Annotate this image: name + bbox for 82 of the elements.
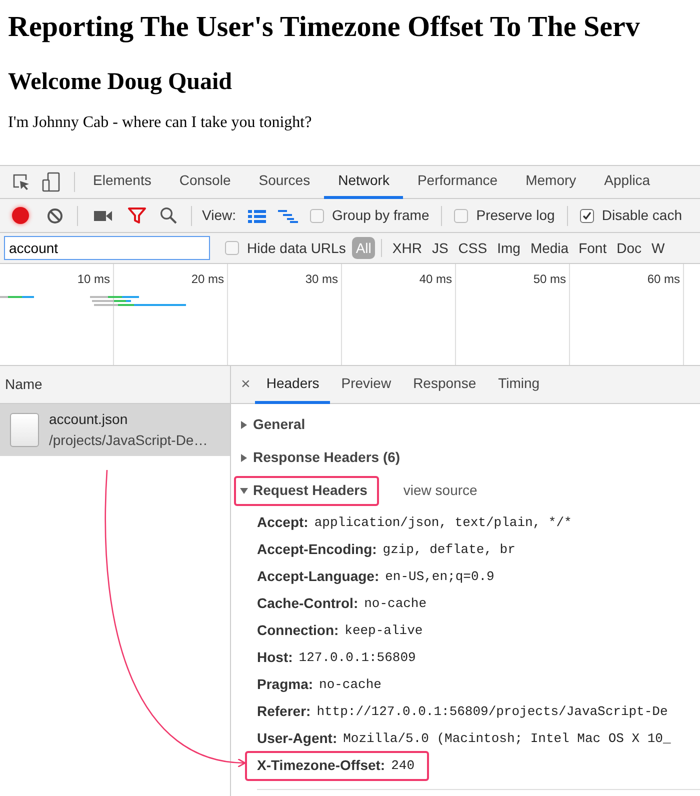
checkbox[interactable] <box>580 208 594 222</box>
header-value: http://127.0.0.1:56809/projects/JavaScript-De <box>316 702 668 721</box>
list-rows-icon[interactable] <box>248 208 266 222</box>
expanded-triangle-icon[interactable] <box>240 486 248 494</box>
device-toggle-icon[interactable] <box>42 172 60 192</box>
inspect-element-icon[interactable] <box>12 173 30 191</box>
checkbox[interactable] <box>310 208 324 222</box>
welcome-heading: Welcome Doug Quaid <box>8 68 234 97</box>
page-title: Reporting The User's Timezone Offset To The Serv <box>8 10 641 45</box>
header-name: Pragma: <box>257 675 314 694</box>
section-header[interactable]: Response Headers (6) <box>234 442 412 472</box>
header-name: X-Timezone-Offset: <box>257 756 386 775</box>
search-icon[interactable] <box>160 207 177 224</box>
header-value: gzip, deflate, br <box>382 540 516 559</box>
close-button[interactable]: × <box>241 376 250 392</box>
view-source-link[interactable]: view source <box>403 480 478 501</box>
header-value: en-US,en;q=0.9 <box>385 568 494 586</box>
type-filter[interactable]: XHR <box>388 237 426 259</box>
checkbox-label[interactable]: Hide data URLs <box>247 238 346 258</box>
section-title: General <box>253 415 306 434</box>
type-filter[interactable]: Media <box>526 237 573 259</box>
collapsed-triangle-icon[interactable] <box>240 454 248 462</box>
header-value: 240 <box>391 756 414 775</box>
section-header[interactable]: General <box>234 410 318 440</box>
header-name: Accept: <box>257 513 308 532</box>
section-title: Request Headers <box>253 481 368 500</box>
timeline-tick-label: 10 ms <box>77 271 110 288</box>
devtools-tab[interactable]: Applica <box>590 166 664 198</box>
header-value: 127.0.0.1:56809 <box>298 648 416 667</box>
type-filter[interactable]: Font <box>574 237 611 259</box>
type-filter[interactable]: W <box>648 237 669 259</box>
file-icon <box>10 413 39 447</box>
header-name: Accept-Encoding: <box>257 540 377 559</box>
filter-input[interactable]: account <box>4 236 210 260</box>
checkbox-label[interactable]: Group by frame <box>332 205 430 226</box>
type-filter[interactable]: Doc <box>612 237 646 259</box>
timeline-tick-label: 20 ms <box>191 271 224 288</box>
type-filter[interactable]: CSS <box>454 237 492 259</box>
checkbox-label[interactable]: Disable cach <box>602 205 682 226</box>
timeline-tick-label: 40 ms <box>419 271 452 288</box>
checkbox-label[interactable]: Preserve log <box>476 205 555 226</box>
header-value: Mozilla/5.0 (Macintosh; Intel Mac OS X 10_ <box>343 730 671 748</box>
intro-text: I'm Johnny Cab - where can I take you tonight? <box>8 113 313 133</box>
header-value: keep-alive <box>344 622 423 640</box>
header-value: no-cache <box>319 676 382 694</box>
detail-tab[interactable]: Preview <box>330 366 402 404</box>
detail-tab[interactable]: Headers <box>255 366 330 404</box>
view-label: View: <box>202 206 236 225</box>
devtools-tab[interactable]: Performance <box>403 166 512 198</box>
timeline-tick-label: 50 ms <box>533 271 566 288</box>
devtools-tab[interactable]: Console <box>165 166 245 198</box>
devtools-tab[interactable]: Memory <box>512 166 590 198</box>
header-name: Referer: <box>257 702 311 721</box>
request-name: account.json <box>49 410 129 429</box>
header-value: application/json, text/plain, */* <box>314 514 572 532</box>
video-camera-icon[interactable] <box>94 210 112 222</box>
header-name: Accept-Language: <box>257 567 380 586</box>
section-title: Response Headers (6) <box>253 448 400 467</box>
header-name: Host: <box>257 648 293 667</box>
checkbox[interactable] <box>454 208 468 222</box>
checkbox[interactable] <box>225 241 239 255</box>
clear-icon[interactable] <box>47 208 63 224</box>
record-button[interactable] <box>12 207 29 224</box>
collapsed-triangle-icon[interactable] <box>240 420 248 428</box>
devtools-tab[interactable]: Elements <box>79 166 166 198</box>
timeline-tick-label: 60 ms <box>647 271 680 288</box>
request-row[interactable]: account.json /projects/JavaScript-De… <box>0 404 230 456</box>
request-path: /projects/JavaScript-De… <box>49 431 208 450</box>
header-name: User-Agent: <box>257 729 338 748</box>
detail-tab[interactable]: Timing <box>487 366 551 404</box>
section-header[interactable]: Request Headers <box>234 476 380 506</box>
detail-tab[interactable]: Response <box>402 366 488 404</box>
header-name: Connection: <box>257 621 339 640</box>
waterfall-icon[interactable] <box>278 208 298 222</box>
timeline-tick-label: 30 ms <box>305 271 338 288</box>
name-column-header[interactable]: Name <box>0 366 230 404</box>
filter-icon[interactable] <box>128 207 146 224</box>
type-filter[interactable]: JS <box>428 237 452 259</box>
header-name: Cache-Control: <box>257 594 358 613</box>
header-value: no-cache <box>364 594 427 613</box>
type-filter[interactable]: Img <box>493 237 524 259</box>
devtools-tab[interactable]: Sources <box>244 166 324 198</box>
